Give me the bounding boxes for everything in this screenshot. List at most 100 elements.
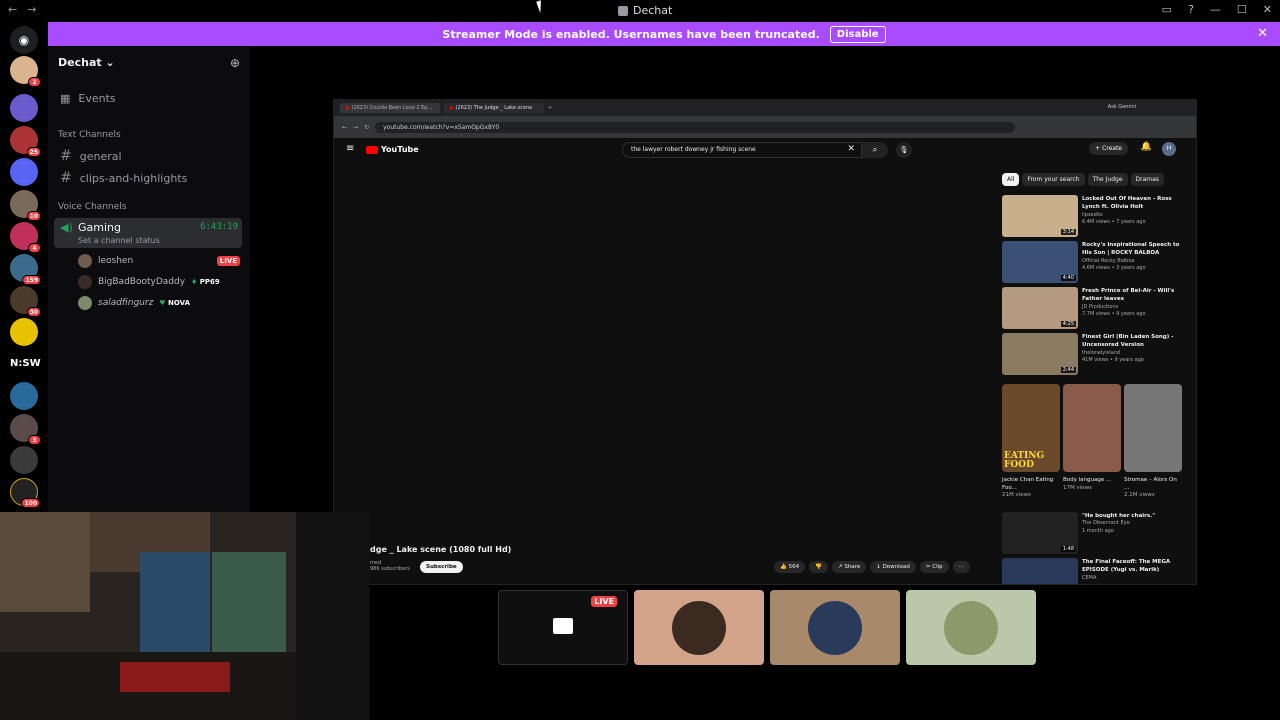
chip[interactable]: All xyxy=(1002,173,1020,186)
reload-icon[interactable]: ↻ xyxy=(364,124,369,131)
banner-close-icon[interactable]: ✕ xyxy=(1257,26,1268,41)
chip[interactable]: Dramas xyxy=(1130,173,1164,186)
disable-button[interactable]: Disable xyxy=(829,25,886,43)
short-thumbnail[interactable] xyxy=(1124,384,1182,472)
server-icon[interactable]: 2 xyxy=(10,56,41,87)
clear-icon[interactable]: ✕ xyxy=(847,144,855,154)
back-icon[interactable]: ← xyxy=(8,3,17,16)
video-title: Locked Out Of Heaven - Ross Lynch ft. Ol… xyxy=(1082,196,1172,211)
invite-user-icon[interactable]: ⊕ xyxy=(230,56,240,70)
participant-tile[interactable] xyxy=(906,590,1036,665)
tab-label: (2623) The Judge _ Lake scene xyxy=(455,105,533,111)
user-tag-text: NOVA xyxy=(168,299,190,307)
address-bar[interactable]: youtube.com/watch?v=x5amOpGx8Y0 xyxy=(375,121,1016,133)
server-name-text: Dechat xyxy=(58,56,102,69)
stream-tile[interactable]: LIVE xyxy=(498,590,628,665)
short-views: 21M views xyxy=(1002,492,1032,499)
server-icon-nsw[interactable]: N:SW xyxy=(10,350,41,378)
menu-icon[interactable]: ≡ xyxy=(346,143,354,154)
short-info: Body language ... 17M views xyxy=(1063,477,1121,500)
streamer-mode-banner: Streamer Mode is enabled. Usernames have… xyxy=(48,22,1280,46)
forward-icon[interactable]: → xyxy=(353,124,358,131)
participant-tile[interactable] xyxy=(770,590,900,665)
video-meta: 41M views • 9 years ago xyxy=(1082,357,1144,363)
subscriber-count: 98K subscribers xyxy=(370,566,410,572)
like-button[interactable]: 👍 564 xyxy=(774,561,806,573)
youtube-logo[interactable]: YouTube xyxy=(366,145,419,154)
forward-icon[interactable]: → xyxy=(27,3,36,16)
voice-user[interactable]: saladfingurz ♥ NOVA xyxy=(78,296,240,310)
browser-tab-active[interactable]: ▶ (2623) The Judge _ Lake scene xyxy=(444,103,544,113)
voice-user[interactable]: leoshen LIVE xyxy=(78,254,240,268)
back-icon[interactable]: ← xyxy=(342,124,347,131)
server-icon[interactable] xyxy=(10,158,38,186)
recommendation[interactable]: 1:48 "He bought her chairs." The Observan… xyxy=(1002,512,1182,554)
server-icon[interactable] xyxy=(10,382,38,410)
server-name[interactable]: Dechat ⌄ xyxy=(58,56,115,69)
server-icon[interactable]: 4 xyxy=(10,222,41,253)
avatar xyxy=(672,601,726,655)
channel-clips[interactable]: # clips-and-highlights xyxy=(60,170,187,186)
mention-badge: 25 xyxy=(26,147,41,157)
voice-user[interactable]: BigBadBootyDaddy ♦ PP69 xyxy=(78,275,240,289)
server-icon[interactable]: 25 xyxy=(10,126,41,157)
recommendation[interactable]: 4:25 Fresh Prince of Bel-Air - Will's Fa… xyxy=(1002,287,1182,329)
bell-icon[interactable]: 🔔 xyxy=(1141,142,1152,152)
clip-button[interactable]: ✂ Clip xyxy=(919,561,949,573)
download-button[interactable]: ↓ Download xyxy=(870,561,916,573)
search-icon[interactable]: ⌕ xyxy=(862,142,888,158)
server-icon[interactable]: 159 xyxy=(10,254,41,285)
dislike-button[interactable]: 👎 xyxy=(809,561,828,573)
ask-gemini-button[interactable]: Ask Gemini xyxy=(1108,104,1136,110)
recommendation[interactable]: 4:40 Rocky's Inspirational Speech to His… xyxy=(1002,241,1182,283)
server-icon[interactable]: 30 xyxy=(10,286,41,317)
short-caption: EATING FOOD xyxy=(1004,451,1045,470)
recommendation[interactable]: 2:44 Finest Girl (Bin Laden Song) - Unce… xyxy=(1002,333,1182,375)
youtube-logo-text: YouTube xyxy=(381,145,419,154)
chip[interactable]: The Judge xyxy=(1087,173,1128,186)
create-button[interactable]: + Create xyxy=(1089,142,1128,155)
maximize-icon[interactable]: ☐ xyxy=(1237,3,1247,16)
search-input[interactable]: the lawyer robert downey jr fishing scen… xyxy=(622,142,862,158)
inbox-icon[interactable]: ▭ xyxy=(1162,3,1172,16)
voice-channels-category[interactable]: Voice Channels xyxy=(58,202,126,212)
mic-icon[interactable]: 🎙 xyxy=(896,142,912,158)
stream-view[interactable]: ▶ (2623) Coulda Been Love 2 Ep... ▶ (262… xyxy=(333,99,1197,585)
browser-tab[interactable]: ▶ (2623) Coulda Been Love 2 Ep... xyxy=(340,103,440,113)
share-button[interactable]: ↗ Share xyxy=(831,561,867,573)
server-icon[interactable] xyxy=(10,318,38,346)
subscribe-button[interactable]: Subscribe xyxy=(420,561,463,573)
participant-tiles: LIVE xyxy=(498,590,1036,665)
channel-status[interactable]: Set a channel status xyxy=(78,236,160,245)
more-icon[interactable]: ⋯ xyxy=(952,561,971,573)
server-icon[interactable] xyxy=(10,94,38,122)
chip[interactable]: From your search xyxy=(1022,173,1085,186)
events-item[interactable]: ▦ Events xyxy=(60,92,116,105)
discord-home-icon[interactable]: ◉ xyxy=(10,26,38,54)
server-icon[interactable]: 10 xyxy=(10,190,41,221)
text-channels-category[interactable]: Text Channels xyxy=(58,130,121,140)
channel-general[interactable]: # general xyxy=(60,148,122,164)
download-label: Download xyxy=(882,564,910,570)
server-icon[interactable]: 100 xyxy=(10,478,40,508)
recommendation[interactable]: The Final Faceoff: The MEGA EPISODE (Yug… xyxy=(1002,558,1182,584)
short-views: 17M views xyxy=(1063,484,1093,491)
video-thumbnail: 4:40 xyxy=(1002,241,1078,283)
banner-text: Streamer Mode is enabled. Usernames have… xyxy=(442,27,820,41)
duration: 4:40 xyxy=(1060,275,1076,281)
minimize-icon[interactable]: — xyxy=(1210,3,1221,16)
close-icon[interactable]: ✕ xyxy=(1263,3,1272,16)
participant-tile[interactable] xyxy=(634,590,764,665)
video-thumbnail xyxy=(1002,558,1078,584)
voice-channel-gaming[interactable]: ◀) Gaming 6:43:19 Set a channel status xyxy=(54,218,242,248)
browser-toolbar: ← → ↻ youtube.com/watch?v=x5amOpGx8Y0 xyxy=(334,116,1196,138)
help-icon[interactable]: ? xyxy=(1188,3,1194,16)
short-thumbnail[interactable] xyxy=(1063,384,1121,472)
avatar[interactable]: H xyxy=(1162,142,1176,156)
short-info: Jackie Chan Eating Foo... 21M views xyxy=(1002,477,1060,500)
recommendation[interactable]: 3:14 Locked Out Of Heaven - Ross Lynch f… xyxy=(1002,195,1182,237)
server-icon[interactable] xyxy=(10,446,38,474)
short-thumbnail[interactable]: EATING FOOD xyxy=(1002,384,1060,472)
server-icon[interactable]: 3 xyxy=(10,414,41,445)
new-tab-icon[interactable]: + xyxy=(548,105,552,111)
